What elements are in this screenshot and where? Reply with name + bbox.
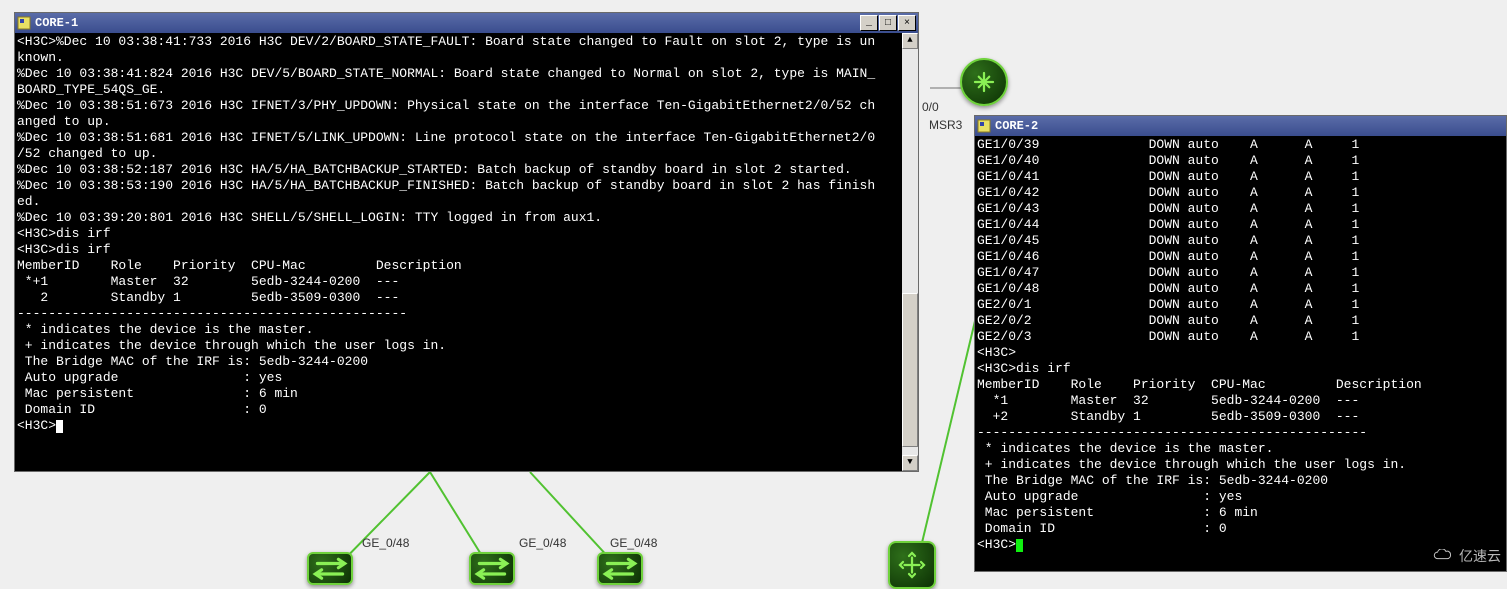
port-label-ge048: GE_0/48 xyxy=(362,536,409,550)
terminal-line: BOARD_TYPE_54QS_GE. xyxy=(17,82,916,98)
terminal-line: ----------------------------------------… xyxy=(17,306,916,322)
close-button[interactable]: × xyxy=(898,15,916,31)
terminal-line: GE2/0/3 DOWN auto A A 1 xyxy=(977,329,1504,345)
terminal-line: + indicates the device through which the… xyxy=(977,457,1504,473)
terminal-line: 2 Standby 1 5edb-3509-0300 --- xyxy=(17,290,916,306)
terminal-output[interactable]: GE1/0/39 DOWN auto A A 1GE1/0/40 DOWN au… xyxy=(975,136,1506,571)
terminal-line: GE2/0/1 DOWN auto A A 1 xyxy=(977,297,1504,313)
terminal-line: <H3C>%Dec 10 03:38:41:733 2016 H3C DEV/2… xyxy=(17,34,916,50)
terminal-line: +2 Standby 1 5edb-3509-0300 --- xyxy=(977,409,1504,425)
terminal-line: <H3C> xyxy=(977,345,1504,361)
terminal-line: GE1/0/48 DOWN auto A A 1 xyxy=(977,281,1504,297)
terminal-line: GE1/0/44 DOWN auto A A 1 xyxy=(977,217,1504,233)
port-label-00: 0/0 xyxy=(922,100,939,114)
window-title: CORE-2 xyxy=(995,119,1504,133)
port-label-ge048: GE_0/48 xyxy=(519,536,566,550)
terminal-line: GE1/0/47 DOWN auto A A 1 xyxy=(977,265,1504,281)
scroll-thumb[interactable] xyxy=(902,293,918,447)
scroll-up-button[interactable]: ▲ xyxy=(902,33,918,49)
switch-icon[interactable] xyxy=(597,552,643,585)
putty-icon xyxy=(17,16,31,30)
terminal-line: %Dec 10 03:38:53:190 2016 H3C HA/5/HA_BA… xyxy=(17,178,916,194)
scroll-down-button[interactable]: ▼ xyxy=(902,455,918,471)
vertical-scrollbar[interactable]: ▲ ▼ xyxy=(902,33,918,471)
terminal-line: *1 Master 32 5edb-3244-0200 --- xyxy=(977,393,1504,409)
switch-icon[interactable] xyxy=(469,552,515,585)
terminal-line: ed. xyxy=(17,194,916,210)
terminal-line: Mac persistent : 6 min xyxy=(17,386,916,402)
terminal-window-core2[interactable]: CORE-2 GE1/0/39 DOWN auto A A 1GE1/0/40 … xyxy=(974,115,1507,572)
terminal-line: MemberID Role Priority CPU-Mac Descripti… xyxy=(977,377,1504,393)
terminal-line: <H3C>dis irf xyxy=(17,242,916,258)
terminal-line: <H3C>dis irf xyxy=(977,361,1504,377)
terminal-line: GE1/0/42 DOWN auto A A 1 xyxy=(977,185,1504,201)
terminal-line: GE2/0/2 DOWN auto A A 1 xyxy=(977,313,1504,329)
terminal-line: GE1/0/46 DOWN auto A A 1 xyxy=(977,249,1504,265)
terminal-line: + indicates the device through which the… xyxy=(17,338,916,354)
terminal-line: GE1/0/45 DOWN auto A A 1 xyxy=(977,233,1504,249)
terminal-line: * indicates the device is the master. xyxy=(17,322,916,338)
window-titlebar[interactable]: CORE-2 xyxy=(975,116,1506,136)
router-icon[interactable] xyxy=(960,58,1008,106)
terminal-prompt[interactable]: <H3C> xyxy=(17,418,916,434)
cursor xyxy=(56,420,63,433)
terminal-prompt[interactable]: <H3C> xyxy=(977,537,1504,553)
terminal-line: known. xyxy=(17,50,916,66)
terminal-line: The Bridge MAC of the IRF is: 5edb-3244-… xyxy=(17,354,916,370)
terminal-line: %Dec 10 03:38:51:681 2016 H3C IFNET/5/LI… xyxy=(17,130,916,146)
terminal-line: GE1/0/40 DOWN auto A A 1 xyxy=(977,153,1504,169)
maximize-button[interactable]: □ xyxy=(879,15,897,31)
switch-icon[interactable] xyxy=(307,552,353,585)
terminal-line: GE1/0/43 DOWN auto A A 1 xyxy=(977,201,1504,217)
terminal-line: %Dec 10 03:39:20:801 2016 H3C SHELL/5/SH… xyxy=(17,210,916,226)
terminal-line: %Dec 10 03:38:41:824 2016 H3C DEV/5/BOAR… xyxy=(17,66,916,82)
terminal-line: MemberID Role Priority CPU-Mac Descripti… xyxy=(17,258,916,274)
minimize-button[interactable]: _ xyxy=(860,15,878,31)
terminal-line: anged to up. xyxy=(17,114,916,130)
terminal-line: Auto upgrade : yes xyxy=(977,489,1504,505)
terminal-window-core1[interactable]: CORE-1 _ □ × <H3C>%Dec 10 03:38:41:733 2… xyxy=(14,12,919,472)
putty-icon xyxy=(977,119,991,133)
terminal-line: /52 changed to up. xyxy=(17,146,916,162)
terminal-line: Mac persistent : 6 min xyxy=(977,505,1504,521)
terminal-line: * indicates the device is the master. xyxy=(977,441,1504,457)
terminal-line: Domain ID : 0 xyxy=(17,402,916,418)
window-title: CORE-1 xyxy=(35,16,859,30)
scroll-track[interactable] xyxy=(902,49,918,455)
terminal-line: %Dec 10 03:38:51:673 2016 H3C IFNET/3/PH… xyxy=(17,98,916,114)
terminal-line: %Dec 10 03:38:52:187 2016 H3C HA/5/HA_BA… xyxy=(17,162,916,178)
terminal-line: GE1/0/39 DOWN auto A A 1 xyxy=(977,137,1504,153)
terminal-line: ----------------------------------------… xyxy=(977,425,1504,441)
terminal-line: <H3C>dis irf xyxy=(17,226,916,242)
terminal-line: Auto upgrade : yes xyxy=(17,370,916,386)
port-label-ge048: GE_0/48 xyxy=(610,536,657,550)
cursor xyxy=(1016,539,1023,552)
terminal-output[interactable]: <H3C>%Dec 10 03:38:41:733 2016 H3C DEV/2… xyxy=(15,33,918,471)
terminal-line: *+1 Master 32 5edb-3244-0200 --- xyxy=(17,274,916,290)
terminal-line: Domain ID : 0 xyxy=(977,521,1504,537)
window-titlebar[interactable]: CORE-1 _ □ × xyxy=(15,13,918,33)
switch-icon[interactable] xyxy=(888,541,936,589)
terminal-line: GE1/0/41 DOWN auto A A 1 xyxy=(977,169,1504,185)
device-label-msr: MSR3 xyxy=(929,118,962,132)
terminal-line: The Bridge MAC of the IRF is: 5edb-3244-… xyxy=(977,473,1504,489)
